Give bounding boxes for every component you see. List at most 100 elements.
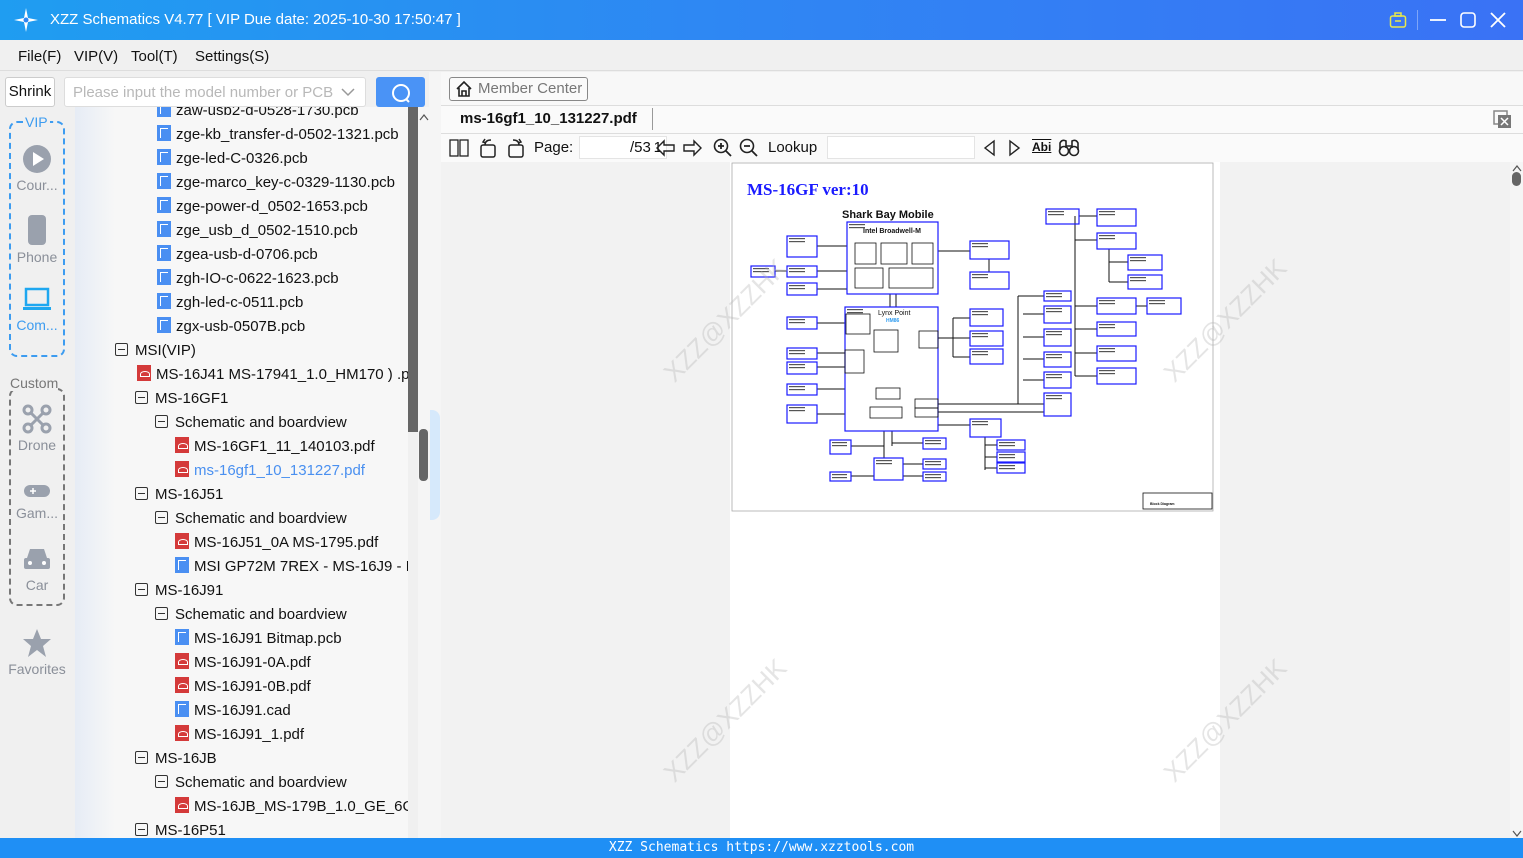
tree-folder[interactable]: MS-16J51 xyxy=(135,483,223,507)
close-icon[interactable] xyxy=(1489,11,1507,29)
tree-folder[interactable]: MS-16J91 xyxy=(135,579,223,603)
sidebar-item-drone[interactable]: Drone xyxy=(7,404,67,453)
collapse-toggle-icon[interactable] xyxy=(115,343,128,356)
tree-file[interactable]: ms-16gf1_10_131227.pdf xyxy=(175,459,365,483)
scroll-down-icon[interactable] xyxy=(1512,830,1522,838)
tree-scrollbar[interactable] xyxy=(408,107,418,838)
tree-folder[interactable]: MS-16P51 xyxy=(135,819,226,838)
scroll-up-icon[interactable] xyxy=(419,113,429,121)
status-bar: XZZ Schematics https://www.xzztools.com xyxy=(0,838,1523,858)
title-bar: XZZ Schematics V4.77 [ VIP Due date: 202… xyxy=(0,0,1523,40)
tree-item-label: MS-16J91.cad xyxy=(194,702,291,719)
tree-file[interactable]: MS-16J91 Bitmap.pcb xyxy=(175,627,342,651)
tree-item-label: MS-16JB xyxy=(155,750,217,767)
maximize-icon[interactable] xyxy=(1459,11,1477,29)
tree-file[interactable]: MS-16J51_0A MS-1795.pdf xyxy=(175,531,378,555)
menu-vip[interactable]: VIP(V) xyxy=(74,48,118,65)
sidebar-item-phone[interactable]: Phone xyxy=(7,214,67,265)
pcb-file-icon xyxy=(157,173,171,189)
tree-folder[interactable]: Schematic and boardview xyxy=(155,603,347,627)
sidebar-item-car[interactable]: Car xyxy=(7,546,67,593)
tree-file[interactable]: zge-power-d_0502-1653.pcb xyxy=(157,195,368,219)
collapse-toggle-icon[interactable] xyxy=(135,823,148,836)
lookup-input[interactable] xyxy=(827,136,975,159)
find-next-icon[interactable] xyxy=(1008,139,1022,157)
tree-file[interactable]: zgh-led-c-0511.pcb xyxy=(157,291,303,315)
close-all-tabs-icon[interactable] xyxy=(1493,110,1512,129)
menu-file[interactable]: File(F) xyxy=(18,48,61,65)
tree-file[interactable]: MS-16J91_1.pdf xyxy=(175,723,304,747)
viewer-scrollbar-thumb[interactable] xyxy=(1512,172,1521,186)
collapse-toggle-icon[interactable] xyxy=(155,775,168,788)
collapse-toggle-icon[interactable] xyxy=(155,511,168,524)
chevron-down-icon[interactable] xyxy=(341,87,355,97)
collapse-toggle-icon[interactable] xyxy=(155,415,168,428)
tree-folder[interactable]: Schematic and boardview xyxy=(155,771,347,795)
tree-file[interactable]: zge-marco_key-c-0329-1130.pcb xyxy=(157,171,395,195)
prev-page-icon[interactable] xyxy=(656,139,676,157)
minimize-icon[interactable] xyxy=(1429,11,1447,29)
page-number-input[interactable]: 1 xyxy=(579,136,667,159)
sidebar-item-computer[interactable]: Com... xyxy=(7,286,67,333)
sidebar-item-courses[interactable]: Cour... xyxy=(7,144,67,193)
tree-file[interactable]: zgh-IO-c-0622-1623.pcb xyxy=(157,267,339,291)
tree-file[interactable]: MSI GP72M 7REX - MS-16J9 - MS xyxy=(175,555,408,579)
tree-file[interactable]: MS-16J91-0A.pdf xyxy=(175,651,311,675)
tree-vscroll-thumb[interactable] xyxy=(419,429,428,481)
tree-folder[interactable]: MSI(VIP) xyxy=(115,339,196,363)
tree-file[interactable]: MS-16J91.cad xyxy=(175,699,291,723)
collapse-toggle-icon[interactable] xyxy=(135,487,148,500)
tree-file[interactable]: MS-16GF1_11_140103.pdf xyxy=(175,435,375,459)
briefcase-icon[interactable] xyxy=(1389,11,1407,29)
panel-splitter[interactable] xyxy=(429,72,441,838)
tree-file[interactable]: zgea-usb-d-0706.pcb xyxy=(157,243,318,267)
zoom-in-icon[interactable] xyxy=(713,138,733,158)
pcb-file-icon xyxy=(157,245,171,261)
search-button[interactable] xyxy=(376,77,425,107)
tab-document[interactable]: ms-16gf1_10_131227.pdf xyxy=(460,110,637,127)
tree-file[interactable]: zge_usb_d_0502-1510.pcb xyxy=(157,219,358,243)
tree-folder[interactable]: MS-16GF1 xyxy=(135,387,228,411)
tree-file[interactable]: MS-16J41 MS-17941_1.0_HM170 ) .pdf xyxy=(137,363,408,387)
block-text-mark xyxy=(1048,214,1064,216)
file-tree[interactable]: zaw-usb2-d-0528-1730.pcb zge-kb_transfer-… xyxy=(75,107,408,838)
tree-folder[interactable]: Schematic and boardview xyxy=(155,507,347,531)
tree-vscroll[interactable] xyxy=(418,107,429,838)
block-text-mark xyxy=(1046,296,1062,298)
block-text-mark xyxy=(1099,214,1115,216)
block-text-mark xyxy=(1046,331,1062,333)
match-text-toggle[interactable]: Abi xyxy=(1032,140,1051,154)
member-center-button[interactable]: Member Center xyxy=(449,77,588,101)
collapse-toggle-icon[interactable] xyxy=(135,751,148,764)
tree-file[interactable]: zgx-usb-0507B.pcb xyxy=(157,315,305,339)
collapse-toggle-icon[interactable] xyxy=(135,583,148,596)
next-page-icon[interactable] xyxy=(682,139,702,157)
tree-file[interactable]: MS-16J91-0B.pdf xyxy=(175,675,311,699)
tree-scrollbar-thumb[interactable] xyxy=(408,107,418,432)
collapse-handle[interactable] xyxy=(430,410,440,520)
collapse-toggle-icon[interactable] xyxy=(155,607,168,620)
binoculars-icon[interactable] xyxy=(1058,138,1080,158)
scroll-up-icon[interactable] xyxy=(1512,164,1522,172)
menu-settings[interactable]: Settings(S) xyxy=(195,48,269,65)
zoom-out-icon[interactable] xyxy=(739,138,759,158)
sidebar-item-favorites[interactable]: Favorites xyxy=(2,628,72,677)
tree-file[interactable]: zge-led-C-0326.pcb xyxy=(157,147,308,171)
tree-folder[interactable]: MS-16JB xyxy=(135,747,217,771)
block-text-mark xyxy=(789,271,805,273)
tree-file[interactable]: zge-kb_transfer-d-0502-1321.pcb xyxy=(157,123,399,147)
viewer-scrollbar[interactable] xyxy=(1510,162,1523,838)
shrink-button[interactable]: Shrink xyxy=(5,77,55,107)
tree-file[interactable]: MS-16JB_MS-179B_1.0_GE_6GM xyxy=(175,795,408,819)
model-search-input[interactable]: Please input the model number or PCB xyxy=(64,77,366,107)
rotate-right-icon[interactable] xyxy=(505,138,525,158)
collapse-toggle-icon[interactable] xyxy=(135,391,148,404)
tree-file[interactable]: zaw-usb2-d-0528-1730.pcb xyxy=(157,107,359,123)
tree-folder[interactable]: Schematic and boardview xyxy=(155,411,347,435)
block-text-mark xyxy=(925,464,941,466)
two-page-icon[interactable] xyxy=(449,139,469,157)
sidebar-item-game[interactable]: Gam... xyxy=(7,480,67,521)
rotate-left-icon[interactable] xyxy=(479,138,499,158)
menu-tool[interactable]: Tool(T) xyxy=(131,48,178,65)
find-prev-icon[interactable] xyxy=(982,139,996,157)
